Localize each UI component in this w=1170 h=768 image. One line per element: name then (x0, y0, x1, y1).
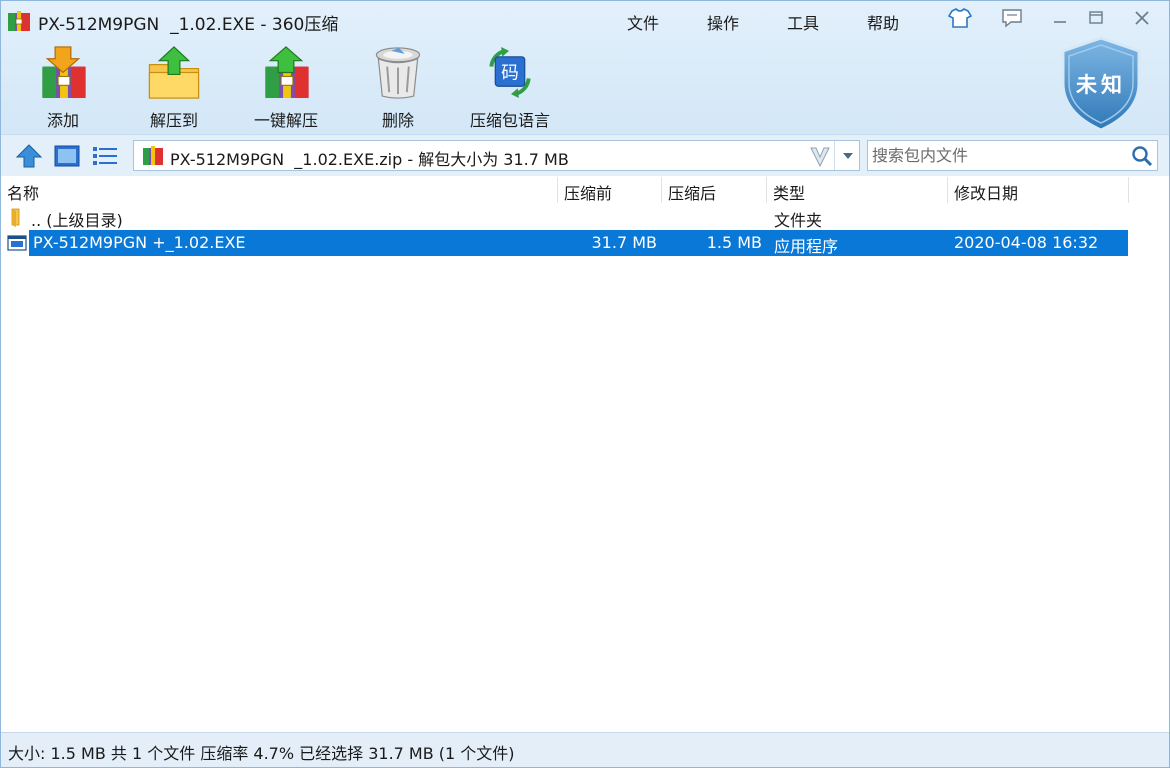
one-click-extract-button[interactable]: 一键解压 (238, 45, 334, 131)
app-window: PX-512M9PGN _1.02.EXE - 360压缩 文件 操作 工具 帮… (0, 0, 1170, 768)
one-click-extract-icon (265, 46, 309, 99)
svg-text:码: 码 (501, 63, 519, 83)
address-bar-row: PX-512M9PGN _1.02.EXE.zip - 解包大小为 31.7 M… (1, 134, 1169, 176)
maximize-icon (1089, 11, 1103, 24)
row-name: PX-512M9PGN +_1.02.EXE (33, 233, 246, 252)
up-level-icon[interactable] (15, 143, 43, 169)
minimize-button[interactable] (1043, 5, 1077, 31)
column-header-compressed-size[interactable]: 压缩后 (662, 177, 767, 203)
shirt-icon (948, 8, 972, 28)
search-box[interactable] (867, 140, 1158, 171)
table-row-exe[interactable]: PX-512M9PGN +_1.02.EXE 31.7 MB 1.5 MB 应用… (1, 230, 1129, 256)
skin-button[interactable] (943, 5, 977, 31)
file-list-header: 名称 压缩前 压缩后 类型 修改日期 (1, 177, 1169, 203)
maximize-button[interactable] (1079, 5, 1113, 31)
menu-operate[interactable]: 操作 (707, 10, 739, 34)
extract-to-button[interactable]: 解压到 (126, 45, 222, 131)
path-dropdown-button[interactable] (834, 141, 860, 170)
one-click-extract-label: 一键解压 (253, 111, 318, 130)
row-original-size: 31.7 MB (591, 233, 658, 252)
add-label: 添加 (46, 111, 79, 130)
close-button[interactable] (1125, 5, 1159, 31)
add-archive-icon (42, 46, 86, 99)
encoding-icon: 码 (489, 46, 531, 99)
extract-to-label: 解压到 (149, 111, 198, 130)
trash-bin-icon (375, 47, 421, 99)
column-header-modified[interactable]: 修改日期 (948, 177, 1129, 203)
archive-language-label: 压缩包语言 (469, 111, 550, 130)
search-icon[interactable] (1130, 144, 1154, 168)
path-text: PX-512M9PGN _1.02.EXE.zip - 解包大小为 31.7 M… (170, 150, 569, 169)
path-field[interactable]: PX-512M9PGN _1.02.EXE.zip - 解包大小为 31.7 M… (133, 140, 860, 171)
column-header-type[interactable]: 类型 (767, 177, 948, 203)
table-row-parent-directory[interactable]: .. (上级目录) 文件夹 (1, 204, 1129, 230)
column-header-original-size[interactable]: 压缩前 (558, 177, 662, 203)
feedback-button[interactable] (995, 5, 1029, 31)
message-icon (1002, 9, 1022, 28)
row-type: 文件夹 (774, 211, 823, 230)
row-type: 应用程序 (774, 237, 839, 256)
zip-file-icon (143, 146, 163, 165)
list-view-icon[interactable] (91, 143, 119, 169)
menu-tools[interactable]: 工具 (787, 10, 819, 34)
delete-button[interactable]: 删除 (350, 45, 446, 131)
menu-file[interactable]: 文件 (627, 10, 659, 34)
thumbnail-view-icon[interactable] (53, 143, 81, 169)
folder-icon (11, 208, 20, 227)
security-status-label: 未知 (1076, 73, 1126, 97)
window-title: PX-512M9PGN _1.02.EXE - 360压缩 (38, 15, 339, 35)
search-input[interactable] (872, 144, 1122, 167)
security-badge[interactable]: 未知 (1059, 35, 1143, 133)
extract-folder-icon (148, 46, 200, 99)
row-compressed-size: 1.5 MB (706, 233, 762, 252)
window-chrome: PX-512M9PGN _1.02.EXE - 360压缩 文件 操作 工具 帮… (1, 1, 1169, 134)
title-bar[interactable]: PX-512M9PGN _1.02.EXE - 360压缩 文件 操作 工具 帮… (1, 1, 1169, 39)
add-button[interactable]: 添加 (15, 45, 111, 131)
archive-language-button[interactable]: 码 压缩包语言 (462, 45, 558, 131)
close-icon (1135, 11, 1149, 25)
chevron-down-icon (842, 152, 853, 159)
row-name: .. (上级目录) (31, 211, 123, 230)
row-modified: 2020-04-08 16:32 (954, 233, 1099, 252)
column-header-name[interactable]: 名称 (1, 177, 558, 203)
minimize-icon (1054, 21, 1066, 23)
archive-app-icon (8, 11, 30, 31)
menu-help[interactable]: 帮助 (867, 10, 899, 34)
verified-icon[interactable] (809, 144, 831, 168)
status-text: 大小: 1.5 MB 共 1 个文件 压缩率 4.7% 已经选择 31.7 MB… (8, 744, 515, 763)
delete-label: 删除 (381, 111, 414, 130)
application-icon (7, 235, 27, 251)
status-bar: 大小: 1.5 MB 共 1 个文件 压缩率 4.7% 已经选择 31.7 MB… (1, 732, 1169, 767)
